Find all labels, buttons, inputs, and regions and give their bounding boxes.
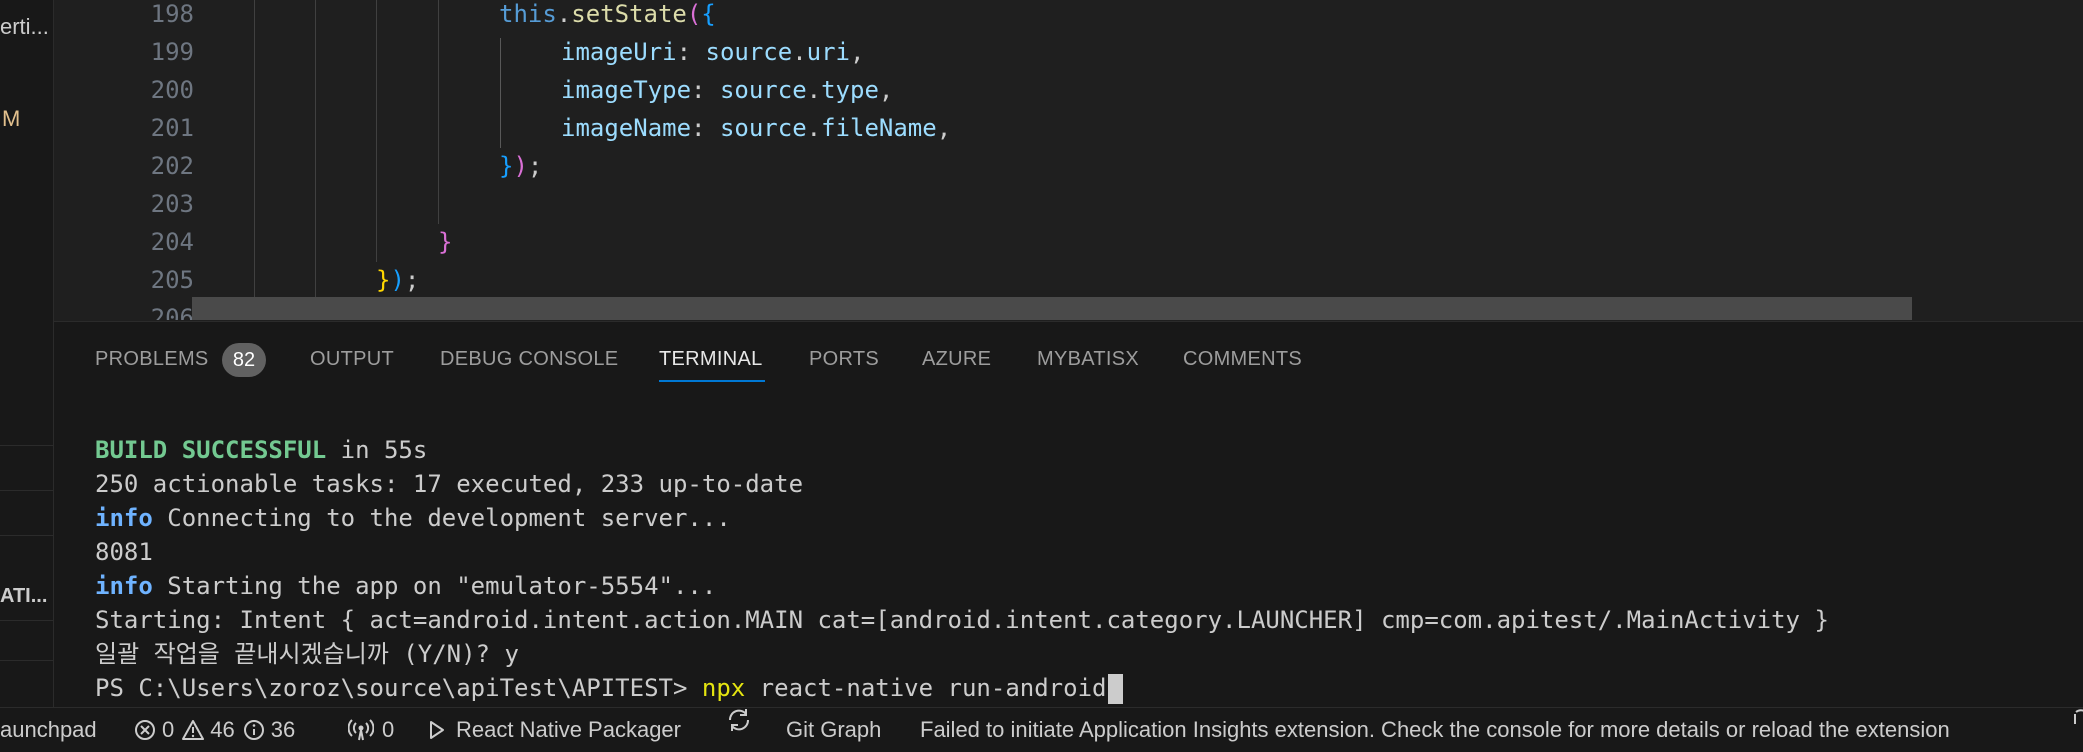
indent-guide	[315, 0, 316, 300]
indent-guide	[438, 0, 439, 224]
terminal-line: BUILD SUCCESSFUL in 55s	[95, 436, 428, 464]
terminal-line: 250 actionable tasks: 17 executed, 233 u…	[95, 470, 804, 498]
indent-guide	[254, 0, 255, 320]
divider	[0, 490, 53, 491]
tab-terminal[interactable]: TERMINAL	[659, 348, 763, 371]
code-line: });	[499, 152, 543, 180]
tab-debug-console[interactable]: DEBUG CONSOLE	[440, 348, 618, 371]
sidebar-item-label[interactable]: M	[2, 106, 20, 132]
terminal-line: 일괄 작업을 끝내시겠습니까 (Y/N)? y	[95, 640, 519, 668]
terminal-line: info Connecting to the development serve…	[95, 504, 731, 532]
line-number: 198	[150, 0, 194, 28]
terminal-cursor	[1108, 674, 1124, 704]
tab-output[interactable]: OUTPUT	[310, 348, 394, 371]
bottom-panel: PROBLEMS 82 OUTPUT DEBUG CONSOLE TERMINA…	[54, 321, 2083, 708]
line-number: 201	[150, 114, 194, 142]
indent-guide-active	[500, 38, 501, 148]
terminal-line: info Starting the app on "emulator-5554"…	[95, 572, 717, 600]
sidebar-section-header[interactable]: ATI...	[0, 585, 47, 608]
sync-icon	[726, 708, 752, 732]
code-editor[interactable]: 198 199 200 201 202 203 204 205 206 this…	[54, 0, 2083, 320]
line-number: 205	[150, 266, 194, 294]
terminal-line: Starting: Intent { act=android.intent.ac…	[95, 606, 1829, 634]
broadcast-icon	[348, 719, 374, 741]
tab-mybatisx[interactable]: MYBATISX	[1037, 348, 1139, 371]
divider	[0, 660, 53, 661]
sync-status-item[interactable]	[726, 708, 752, 732]
line-number: 199	[150, 38, 194, 66]
terminal-line: 8081	[95, 538, 153, 566]
tab-azure[interactable]: AZURE	[922, 348, 991, 371]
indent-guide	[376, 0, 377, 262]
sidebar: erti... M ATI...	[0, 0, 54, 707]
problems-status-item[interactable]: 0 46 36	[134, 708, 295, 752]
line-number: 200	[150, 76, 194, 104]
problems-count-badge: 82	[222, 343, 266, 377]
terminal-prompt-line: PS C:\Users\zoroz\source\apiTest\APITEST…	[95, 671, 1124, 705]
line-number: 204	[150, 228, 194, 256]
tab-ports[interactable]: PORTS	[809, 348, 879, 371]
git-graph-item[interactable]: Git Graph	[786, 708, 881, 752]
status-bar: aunchpad 0 46 36 0 React Native Packager…	[0, 707, 2083, 752]
ports-status-item[interactable]: 0	[348, 708, 394, 752]
code-line: imageUri: source.uri,	[561, 38, 865, 66]
divider	[0, 535, 53, 536]
code-line: imageName: source.fileName,	[561, 114, 952, 142]
react-native-packager-item[interactable]: React Native Packager	[428, 708, 681, 752]
notification-icon[interactable]	[2072, 708, 2083, 730]
line-number: 206	[150, 304, 194, 320]
error-icon	[134, 719, 156, 741]
active-tab-indicator	[659, 380, 765, 382]
sidebar-item-label[interactable]: erti...	[0, 14, 49, 40]
line-number: 202	[150, 152, 194, 180]
play-icon	[428, 719, 446, 741]
horizontal-scrollbar[interactable]	[192, 297, 1912, 320]
tab-comments[interactable]: COMMENTS	[1183, 348, 1302, 371]
panel-tabs: PROBLEMS 82 OUTPUT DEBUG CONSOLE TERMINA…	[54, 322, 2083, 382]
divider	[0, 445, 53, 446]
code-line: }	[438, 228, 453, 256]
divider	[0, 620, 53, 621]
code-line: this.setState({	[499, 0, 716, 28]
line-number: 203	[150, 190, 194, 218]
status-message[interactable]: Failed to initiate Application Insights …	[920, 708, 1950, 752]
code-line: });	[376, 266, 420, 294]
tab-problems[interactable]: PROBLEMS	[95, 348, 209, 371]
info-icon	[243, 719, 265, 741]
code-line: imageType: source.type,	[561, 76, 894, 104]
launchpad-item[interactable]: aunchpad	[0, 708, 97, 752]
warning-icon	[182, 719, 205, 741]
